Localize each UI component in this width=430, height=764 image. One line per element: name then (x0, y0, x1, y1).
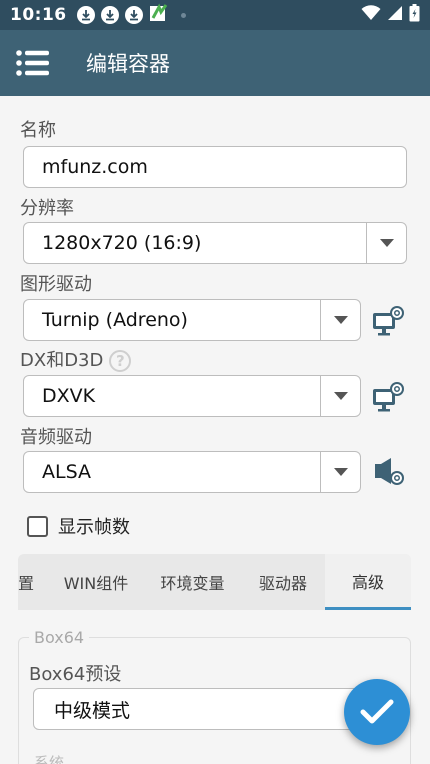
battery-icon (409, 4, 420, 26)
page-title: 编辑容器 (86, 52, 170, 76)
audio-driver-select[interactable]: ALSA (23, 451, 361, 493)
dx-d3d-value: DXVK (42, 385, 96, 407)
box64-legend: Box64 (29, 628, 90, 647)
display-settings-icon (373, 382, 404, 412)
audio-driver-value: ALSA (42, 461, 91, 483)
name-label: 名称 (20, 120, 56, 141)
resolution-value: 1280x720 (16:9) (42, 232, 202, 254)
notification-icons (76, 3, 186, 27)
dx-d3d-label: DX和D3D? (20, 346, 132, 372)
menu-button[interactable] (0, 30, 66, 96)
menu-icon (16, 50, 49, 76)
graphics-driver-value: Turnip (Adreno) (42, 309, 188, 331)
graphics-driver-select[interactable]: Turnip (Adreno) (23, 299, 361, 341)
checkmark-icon (360, 699, 394, 724)
dropdown-arrow-icon (366, 223, 406, 263)
dx-d3d-select[interactable]: DXVK (23, 375, 361, 417)
audio-driver-settings-button[interactable] (371, 454, 407, 490)
show-fps-checkbox[interactable] (27, 515, 48, 537)
name-input[interactable]: mfunz.com (23, 146, 407, 188)
dx-d3d-label-text: DX和D3D (20, 350, 104, 371)
dx-d3d-settings-button[interactable] (371, 378, 407, 414)
download-icon (100, 6, 119, 24)
status-bar: 10:16 (0, 0, 430, 30)
display-settings-icon (373, 306, 404, 336)
name-input-value: mfunz.com (42, 156, 148, 178)
tab-advanced[interactable]: 高级 (325, 554, 411, 610)
edit-container-form: 名称 mfunz.com 分辨率 1280x720 (16:9) 图形驱动 Tu… (0, 96, 430, 764)
resolution-select[interactable]: 1280x720 (16:9) (23, 222, 407, 264)
status-time: 10:16 (10, 5, 67, 25)
audio-driver-label: 音频驱动 (20, 427, 92, 448)
app-logo-icon (149, 3, 169, 27)
show-fps-label: 显示帧数 (58, 517, 130, 538)
app-bar: 编辑容器 (0, 30, 430, 96)
download-icon (124, 6, 143, 24)
box64-preset-label: Box64预设 (29, 664, 122, 685)
tab-win-components[interactable]: WIN组件 (48, 554, 144, 610)
settings-tabs: 置 WIN组件 环境变量 驱动器 高级 (18, 554, 411, 610)
signal-icon (387, 5, 403, 25)
tab-settings[interactable]: 置 (18, 554, 48, 610)
system-section-label: 系统 (34, 754, 65, 764)
show-fps-row[interactable]: 显示帧数 (27, 513, 130, 539)
box64-preset-select[interactable]: 中级模式 (33, 688, 393, 730)
wifi-icon (361, 5, 381, 25)
help-icon[interactable]: ? (109, 350, 132, 372)
download-icon (76, 6, 95, 24)
audio-settings-icon (375, 458, 404, 485)
notification-dot-icon (180, 12, 186, 18)
confirm-button[interactable] (344, 679, 410, 745)
dropdown-arrow-icon (320, 452, 360, 492)
tab-environment-variables[interactable]: 环境变量 (144, 554, 241, 610)
dropdown-arrow-icon (320, 376, 360, 416)
graphics-driver-settings-button[interactable] (371, 302, 407, 338)
resolution-label: 分辨率 (20, 198, 74, 219)
dropdown-arrow-icon (320, 300, 360, 340)
graphics-driver-label: 图形驱动 (20, 274, 92, 295)
tab-drives[interactable]: 驱动器 (241, 554, 325, 610)
box64-preset-value: 中级模式 (54, 699, 131, 722)
